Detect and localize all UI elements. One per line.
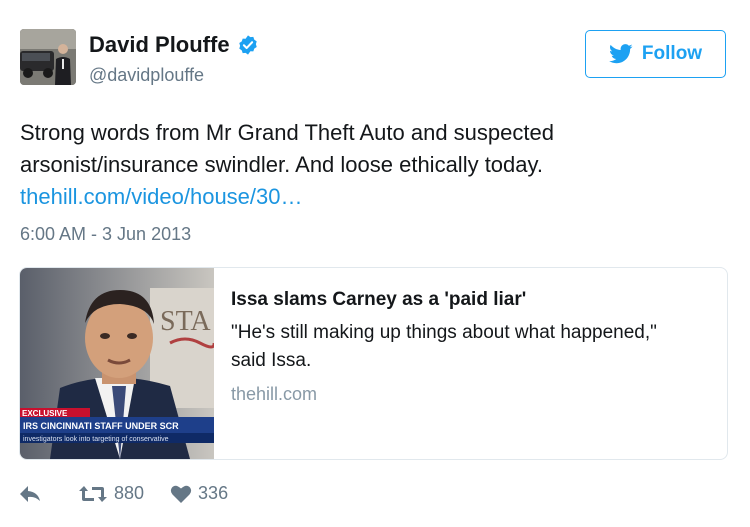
link-preview-card[interactable]: STA EXCLUSIVE IRS CINCINNATI STAFF UNDER… — [19, 267, 728, 460]
user-name-row[interactable]: David Plouffe — [89, 32, 259, 58]
image-banner-tag: EXCLUSIVE — [22, 409, 68, 418]
retweet-button[interactable]: 880 — [78, 483, 144, 504]
avatar[interactable] — [20, 29, 76, 85]
tweet-text: Strong words from Mr Grand Theft Auto an… — [20, 117, 720, 213]
card-description: "He's still making up things about what … — [231, 322, 657, 371]
card-domain: thehill.com — [231, 384, 318, 404]
heart-icon — [170, 485, 192, 503]
follow-button[interactable]: Follow — [585, 30, 726, 78]
card-title[interactable]: Issa slams Carney as a 'paid liar' — [231, 287, 671, 313]
follow-button-label: Follow — [641, 43, 703, 64]
retweet-count: 880 — [114, 483, 145, 503]
image-sign-text: STA — [160, 306, 211, 337]
user-handle[interactable]: @davidplouffe — [89, 65, 204, 86]
image-ticker-subline: investigators look into targeting of con… — [23, 436, 169, 443]
reply-icon — [20, 485, 40, 502]
tweet-actions: 880 336 — [18, 483, 228, 504]
image-ticker-headline: IRS CINCINNATI STAFF UNDER SCR — [23, 421, 179, 431]
verified-badge-icon — [237, 34, 259, 56]
like-count: 336 — [198, 483, 229, 503]
retweet-icon — [79, 485, 107, 502]
tweet-timestamp[interactable]: 6:00 AM - 3 Jun 2013 — [20, 224, 191, 245]
display-name[interactable]: David Plouffe — [89, 32, 230, 58]
card-body[interactable]: Issa slams Carney as a 'paid liar' "He's… — [214, 268, 671, 459]
like-button[interactable]: 336 — [170, 483, 228, 504]
avatar-photo — [20, 29, 76, 85]
card-thumbnail: STA EXCLUSIVE IRS CINCINNATI STAFF UNDER… — [20, 268, 214, 459]
tweet-link[interactable]: thehill.com/video/house/30… — [20, 184, 303, 209]
tweet-body: Strong words from Mr Grand Theft Auto an… — [20, 120, 554, 177]
twitter-bird-icon — [608, 44, 633, 64]
reply-button[interactable] — [18, 484, 42, 504]
